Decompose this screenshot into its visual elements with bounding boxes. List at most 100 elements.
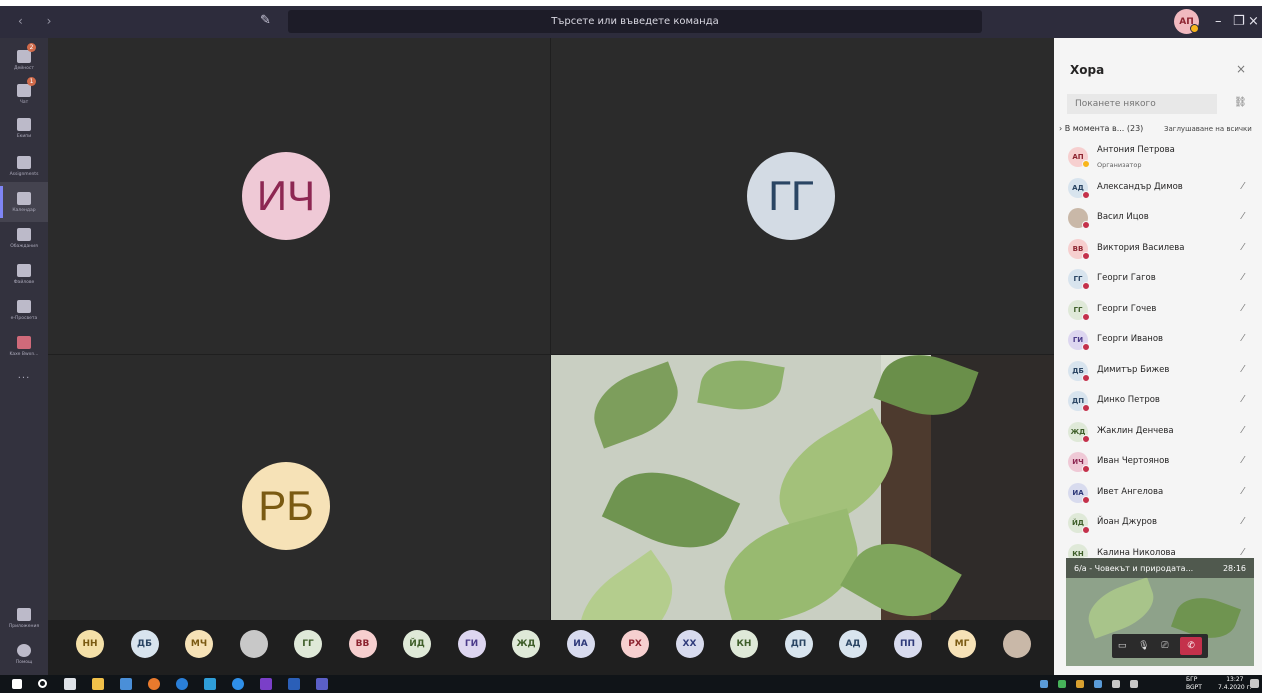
firefox-icon[interactable]: [148, 678, 160, 690]
call-monitor[interactable]: 6/а - Човекът и природата... 28:16 ▭ 🎙 ⎚…: [1066, 558, 1254, 666]
network-icon[interactable]: [1112, 680, 1120, 688]
task-view-icon[interactable]: [64, 678, 76, 690]
mute-all-button[interactable]: Заглушаване на всички: [1164, 125, 1252, 133]
close-icon[interactable]: ×: [1248, 14, 1259, 29]
hang-up-button[interactable]: ✆: [1180, 637, 1203, 655]
roster-avatar-photo[interactable]: [239, 630, 268, 658]
invite-input[interactable]: [1067, 94, 1217, 114]
rail-item-teams[interactable]: Екипи: [0, 108, 48, 148]
roster-avatar[interactable]: АД: [839, 630, 867, 658]
microphone-icon[interactable]: 🎙: [1138, 641, 1149, 651]
in-meeting-section[interactable]: › В момента в... (23): [1059, 124, 1143, 133]
rail-item-apps[interactable]: Приложения: [0, 598, 48, 638]
roster-avatar[interactable]: ИА: [566, 630, 595, 658]
mic-off-icon[interactable]: ⁄: [1242, 425, 1244, 436]
person-name: Георги Иванов: [1097, 334, 1164, 344]
mic-off-icon[interactable]: ⁄: [1242, 211, 1244, 222]
roster-avatar[interactable]: ГГ: [294, 630, 322, 658]
person-row[interactable]: ЙД Йоан Джуров ⁄: [1068, 508, 1258, 538]
call-controls: ▭ 🎙 ⎚ ✆: [1112, 634, 1208, 658]
roster-avatar[interactable]: ХХ: [675, 630, 704, 658]
word-icon[interactable]: [288, 678, 300, 690]
notifications-icon[interactable]: [1250, 679, 1259, 688]
share-screen-icon[interactable]: ⎚: [1161, 641, 1168, 651]
rail-item-e-prosveta[interactable]: e-Просвета: [0, 290, 48, 330]
tray-icon[interactable]: [1058, 680, 1066, 688]
close-icon[interactable]: ×: [1236, 62, 1246, 76]
person-row[interactable]: АД Александър Димов ⁄: [1068, 173, 1258, 203]
rail-item-assignments[interactable]: Assignments: [0, 146, 48, 186]
person-row[interactable]: ГИ Георги Иванов ⁄: [1068, 325, 1258, 355]
windows-start-icon[interactable]: [12, 679, 22, 689]
mic-off-icon[interactable]: ⁄: [1242, 364, 1244, 375]
photos-icon[interactable]: [204, 678, 216, 690]
clock[interactable]: 13:27 7.4.2020 г.: [1218, 676, 1252, 692]
person-row[interactable]: ВВ Виктория Василева ⁄: [1068, 234, 1258, 264]
mic-off-icon[interactable]: ⁄: [1242, 242, 1244, 253]
mic-off-icon[interactable]: ⁄: [1242, 181, 1244, 192]
roster-avatar[interactable]: ЙД: [403, 630, 431, 658]
mic-off-icon[interactable]: ⁄: [1242, 333, 1244, 344]
restore-icon[interactable]: ❐: [1233, 14, 1245, 29]
participant-video[interactable]: [551, 355, 1054, 658]
rail-label: Приложения: [8, 623, 40, 629]
person-row[interactable]: ИЧ Иван Чертоянов ⁄: [1068, 447, 1258, 477]
copy-link-icon[interactable]: ⛓: [1234, 97, 1247, 108]
tray-icon[interactable]: [1040, 680, 1048, 688]
person-row[interactable]: АП Антония Петрова Организатор: [1068, 142, 1258, 172]
roster-avatar[interactable]: ПП: [893, 630, 922, 658]
roster-avatar-photo[interactable]: [1002, 630, 1031, 658]
mic-off-icon[interactable]: ⁄: [1242, 547, 1244, 558]
mic-off-icon[interactable]: ⁄: [1242, 486, 1244, 497]
rail-item-app[interactable]: Kaxe Bwxn...: [0, 326, 48, 366]
roster-avatar[interactable]: МЧ: [185, 630, 213, 658]
person-row[interactable]: Васил Ицов ⁄: [1068, 203, 1258, 233]
roster-avatar[interactable]: ДБ: [130, 630, 159, 658]
rail-item-calendar[interactable]: Календар: [0, 182, 48, 222]
nav-arrows-icon[interactable]: ‹ ›: [18, 14, 61, 28]
roster-avatar[interactable]: КН: [730, 630, 758, 658]
roster-avatar[interactable]: ВВ: [348, 630, 377, 658]
search-command-bar[interactable]: Търсете или въведете команда: [288, 10, 982, 33]
participant-tile[interactable]: ИЧ: [48, 38, 550, 354]
volume-icon[interactable]: [1130, 680, 1138, 688]
person-row[interactable]: ДБ Димитър Бижев ⁄: [1068, 356, 1258, 386]
person-row[interactable]: ДП Динко Петров ⁄: [1068, 386, 1258, 416]
person-row[interactable]: ЖД Жаклин Денчева ⁄: [1068, 417, 1258, 447]
minimize-icon[interactable]: –: [1215, 14, 1222, 29]
rail-item-help[interactable]: Помощ: [0, 634, 48, 674]
person-role: Организатор: [1097, 161, 1142, 169]
tray-icon[interactable]: [1076, 680, 1084, 688]
camera-off-icon[interactable]: ▭: [1118, 641, 1127, 651]
roster-avatar[interactable]: НН: [76, 630, 104, 658]
person-row[interactable]: ИА Ивет Ангелова ⁄: [1068, 478, 1258, 508]
participant-tile[interactable]: ГГ: [551, 38, 1054, 354]
teams-taskbar-icon[interactable]: [316, 678, 328, 690]
person-row[interactable]: ГГ Георги Гагов ⁄: [1068, 264, 1258, 294]
mic-off-icon[interactable]: ⁄: [1242, 303, 1244, 314]
mic-off-icon[interactable]: ⁄: [1242, 272, 1244, 283]
search-icon[interactable]: [38, 679, 47, 688]
edge-icon[interactable]: [232, 678, 244, 690]
rail-label: Помощ: [15, 659, 33, 665]
participant-tile[interactable]: РБ: [48, 355, 550, 658]
roster-avatar[interactable]: РХ: [621, 630, 649, 658]
new-chat-icon[interactable]: ✎: [260, 13, 276, 29]
mic-off-icon[interactable]: ⁄: [1242, 455, 1244, 466]
roster-avatar[interactable]: ЖД: [512, 630, 540, 658]
keyboard-language[interactable]: БГР BGPT: [1186, 676, 1202, 692]
store-icon[interactable]: [120, 678, 132, 690]
more-apps-button[interactable]: ...: [0, 370, 48, 381]
ie-icon[interactable]: [176, 678, 188, 690]
roster-avatar[interactable]: МГ: [948, 630, 976, 658]
file-explorer-icon[interactable]: [92, 678, 104, 690]
mic-off-icon[interactable]: ⁄: [1242, 516, 1244, 527]
rail-item-calls[interactable]: Обаждания: [0, 218, 48, 258]
rail-item-files[interactable]: Файлове: [0, 254, 48, 294]
tray-icon[interactable]: [1094, 680, 1102, 688]
roster-avatar[interactable]: ГИ: [457, 630, 486, 658]
mic-off-icon[interactable]: ⁄: [1242, 394, 1244, 405]
roster-avatar[interactable]: ДП: [784, 630, 813, 658]
person-row[interactable]: ГГ Георги Гочев ⁄: [1068, 295, 1258, 325]
media-player-icon[interactable]: [260, 678, 272, 690]
